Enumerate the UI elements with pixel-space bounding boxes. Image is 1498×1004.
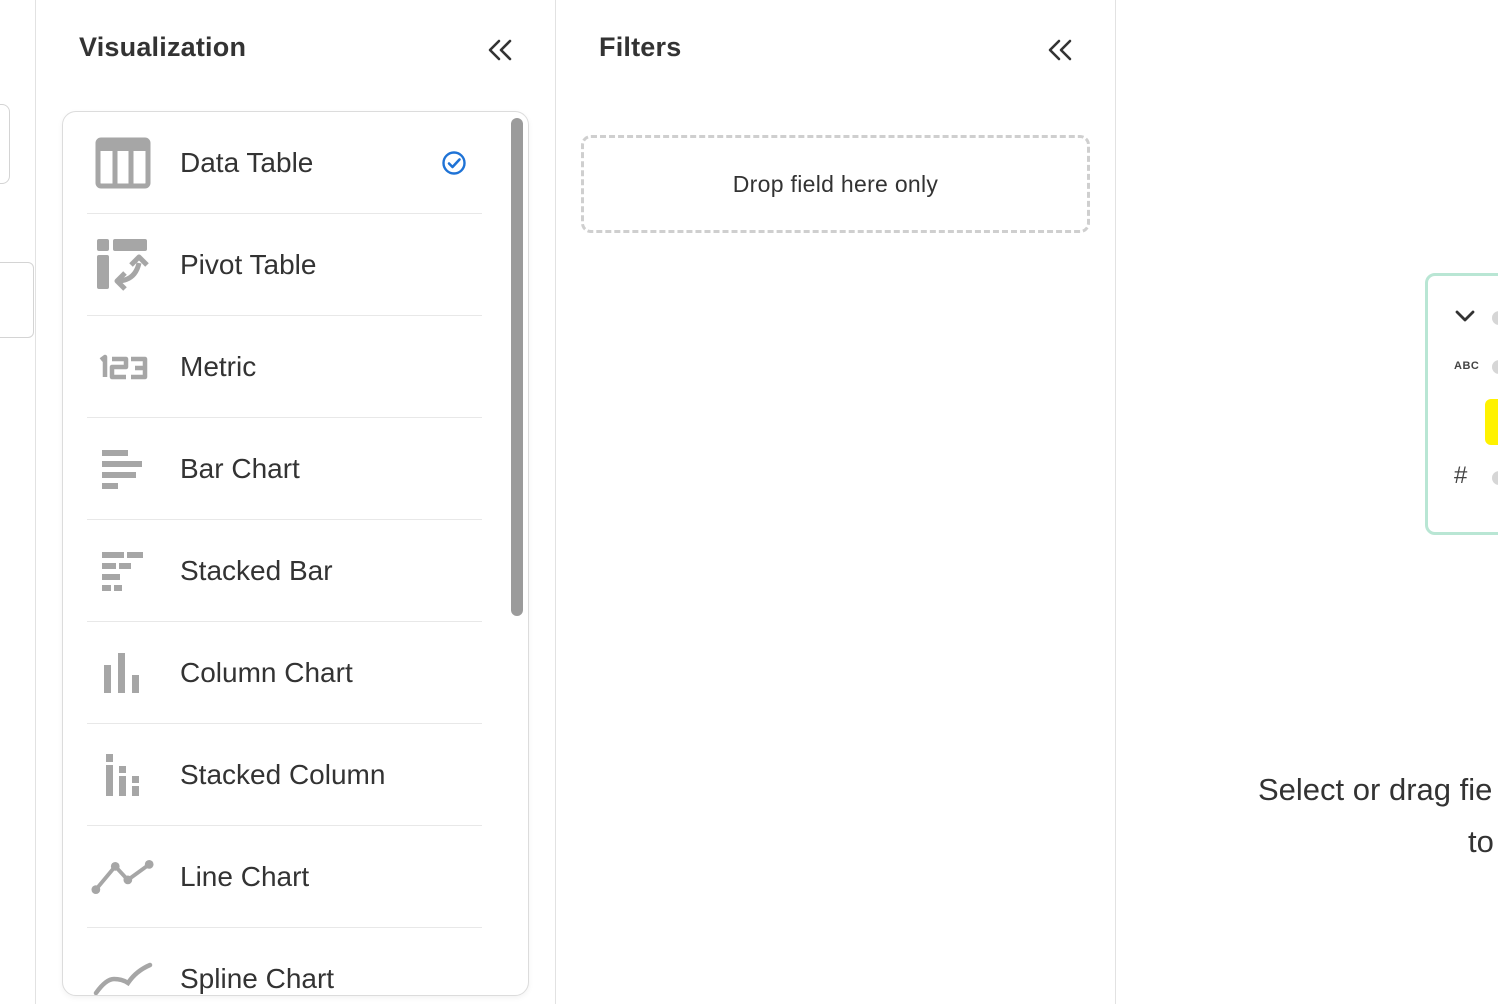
preview-dot xyxy=(1492,471,1498,485)
stacked-column-icon xyxy=(91,745,155,805)
viz-item-label: Column Chart xyxy=(180,656,353,688)
number-type-icon: # xyxy=(1454,462,1468,489)
main-canvas-area: ABC # Select or drag fie to xyxy=(1116,0,1498,1004)
empty-state-line-1: Select or drag fie xyxy=(1258,772,1493,807)
viz-item-data-table[interactable]: Data Table xyxy=(87,112,482,214)
stacked-bar-icon xyxy=(91,541,155,601)
filters-drop-zone[interactable]: Drop field here only xyxy=(581,135,1090,233)
column-chart-icon xyxy=(91,643,155,703)
viz-item-label: Data Table xyxy=(180,146,314,178)
filters-panel: Filters Drop field here only xyxy=(556,0,1116,1004)
selected-check-icon xyxy=(441,150,467,176)
empty-state-message: Select or drag fie to xyxy=(1258,764,1494,868)
line-chart-icon xyxy=(91,847,155,907)
bar-chart-icon xyxy=(91,439,155,499)
viz-item-bar-chart[interactable]: Bar Chart xyxy=(87,418,482,520)
data-table-icon xyxy=(91,133,155,193)
drop-zone-text: Drop field here only xyxy=(732,170,939,197)
double-chevron-left-icon xyxy=(1048,39,1072,61)
highlight-block xyxy=(1485,399,1498,445)
filters-panel-title: Filters xyxy=(599,32,682,62)
viz-item-metric[interactable]: Metric xyxy=(87,316,482,418)
metric-123-icon xyxy=(91,337,155,397)
viz-item-label: Line Chart xyxy=(180,860,310,892)
app-root: Visualization Data Table Pivot Table Met… xyxy=(0,0,1498,1004)
empty-state-line-2: to xyxy=(1468,824,1494,859)
double-chevron-left-icon xyxy=(488,39,512,61)
viz-item-spline-chart[interactable]: Spline Chart xyxy=(87,928,482,996)
visualization-panel-title: Visualization xyxy=(79,32,247,62)
viz-item-stacked-column[interactable]: Stacked Column xyxy=(87,724,482,826)
viz-item-stacked-bar[interactable]: Stacked Bar xyxy=(87,520,482,622)
left-sliver-card[interactable] xyxy=(0,104,10,184)
viz-item-column-chart[interactable]: Column Chart xyxy=(87,622,482,724)
viz-item-label: Pivot Table xyxy=(180,248,317,280)
viz-item-label: Stacked Column xyxy=(180,758,386,790)
viz-item-label: Metric xyxy=(180,350,257,382)
text-type-icon: ABC xyxy=(1454,360,1480,372)
chevron-down-icon xyxy=(1454,308,1476,329)
visualization-list: Data Table Pivot Table Metric Bar Chart … xyxy=(62,111,529,996)
visualization-panel: Visualization Data Table Pivot Table Met… xyxy=(36,0,556,1004)
spline-chart-icon xyxy=(91,949,155,996)
field-preview-card: ABC # xyxy=(1425,273,1498,535)
left-sliver-card-2[interactable] xyxy=(0,262,34,338)
visualization-list-scrollbar[interactable] xyxy=(511,118,523,616)
collapse-filters-button[interactable] xyxy=(1044,34,1076,66)
preview-dot xyxy=(1492,360,1498,374)
pivot-table-icon xyxy=(91,235,155,295)
viz-item-label: Stacked Bar xyxy=(180,554,333,586)
left-sliver-panel xyxy=(0,0,36,1004)
viz-item-pivot-table[interactable]: Pivot Table xyxy=(87,214,482,316)
viz-item-label: Bar Chart xyxy=(180,452,300,484)
viz-item-label: Spline Chart xyxy=(180,962,335,994)
preview-dot xyxy=(1492,311,1498,325)
viz-item-line-chart[interactable]: Line Chart xyxy=(87,826,482,928)
collapse-visualization-button[interactable] xyxy=(484,34,516,66)
